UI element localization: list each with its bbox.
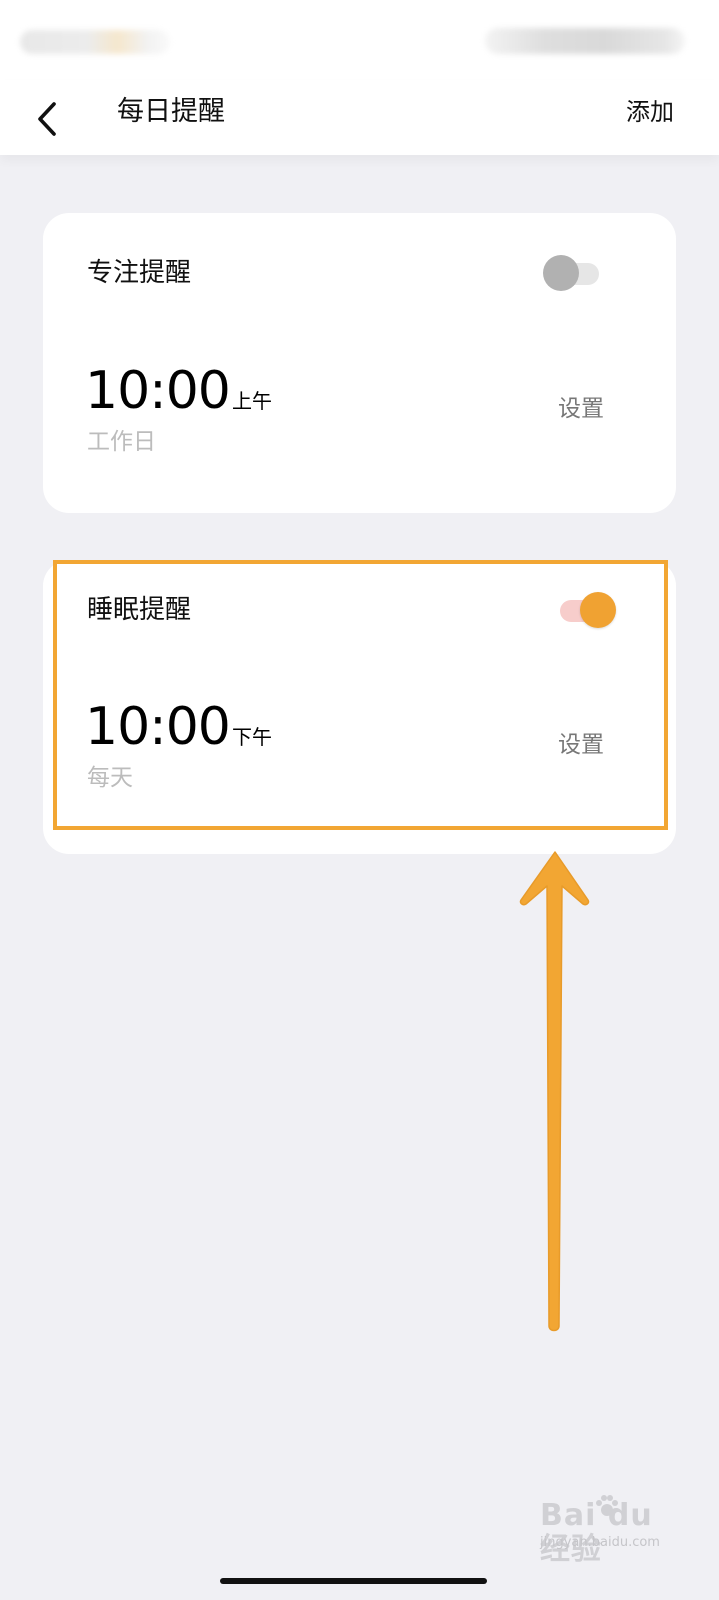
reminder-time: 10:00: [85, 697, 231, 757]
reminder-name: 睡眠提醒: [87, 595, 192, 625]
page-title: 每日提醒: [117, 96, 225, 127]
back-button[interactable]: [26, 90, 76, 140]
reminder-card-focus: 专注提醒 10:00 上午 工作日 设置: [43, 213, 676, 513]
nav-bar: 每日提醒 添加: [0, 80, 719, 155]
chevron-left-icon: [38, 102, 56, 136]
up-arrow-icon: [519, 851, 590, 1332]
reminder-repeat: 每天: [87, 765, 133, 791]
reminder-card-sleep: 睡眠提醒 10:00 下午 每天 设置: [43, 560, 676, 854]
reminder-repeat: 工作日: [87, 429, 156, 455]
reminder-time: 10:00: [85, 361, 231, 421]
reminder-name: 专注提醒: [87, 258, 192, 288]
toggle-knob: [543, 255, 579, 291]
status-bar-icons-blurred: [485, 28, 685, 54]
status-bar: [0, 0, 719, 80]
add-button[interactable]: 添加: [626, 92, 674, 132]
reminder-period: 下午: [232, 725, 272, 749]
watermark: Bai du 经验 jingyan.baidu.com: [540, 1495, 680, 1567]
watermark-url: jingyan.baidu.com: [540, 1535, 660, 1550]
toggle-knob: [580, 592, 616, 628]
paw-icon: [596, 1495, 618, 1516]
reminder-toggle-focus[interactable]: [543, 253, 603, 293]
set-button[interactable]: 设置: [558, 729, 604, 761]
reminder-period: 上午: [232, 389, 272, 413]
home-indicator: [220, 1578, 487, 1584]
status-bar-time-blurred: [20, 30, 170, 54]
set-button[interactable]: 设置: [558, 393, 604, 425]
reminder-toggle-sleep[interactable]: [556, 590, 616, 630]
